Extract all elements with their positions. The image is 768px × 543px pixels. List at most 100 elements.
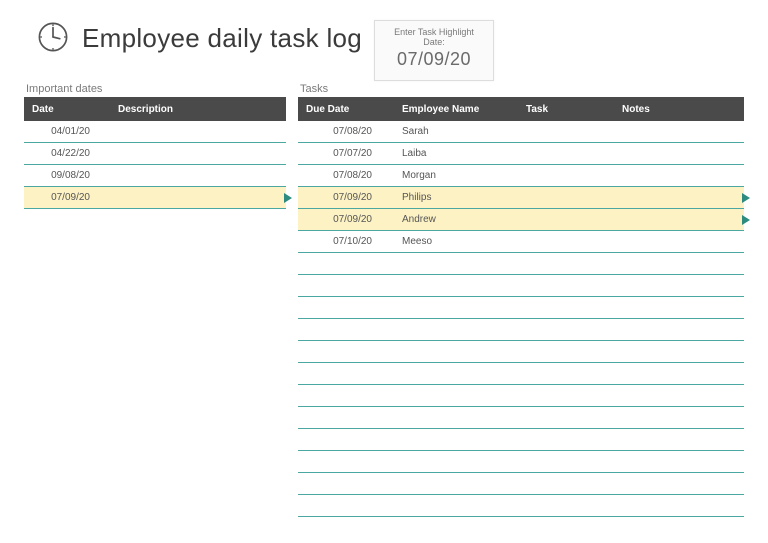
employee-cell (394, 483, 518, 484)
notes-cell (614, 417, 744, 418)
table-row[interactable]: 07/07/20Laiba (298, 143, 744, 165)
date-cell: 07/09/20 (24, 192, 110, 203)
tasks-header: Due Date Employee Name Task Notes (298, 97, 744, 121)
employee-cell (394, 329, 518, 330)
task-cell (518, 439, 614, 440)
highlight-date-box[interactable]: Enter Task Highlight Date: 07/09/20 (374, 20, 494, 81)
col-description: Description (110, 104, 286, 115)
highlight-flag-icon (742, 193, 750, 203)
date-cell: 09/08/20 (24, 170, 110, 181)
notes-cell (614, 395, 744, 396)
employee-cell: Meeso (394, 236, 518, 247)
employee-cell (394, 417, 518, 418)
employee-cell (394, 373, 518, 374)
employee-cell (394, 395, 518, 396)
employee-cell (394, 307, 518, 308)
table-row[interactable]: 04/22/20 (24, 143, 286, 165)
page-title: Employee daily task log (82, 23, 362, 54)
table-row[interactable]: 07/08/20Morgan (298, 165, 744, 187)
table-row[interactable]: 07/09/20 (24, 187, 286, 209)
due-date-cell: 07/10/20 (298, 236, 394, 247)
col-notes: Notes (614, 104, 744, 115)
employee-cell (394, 351, 518, 352)
due-date-cell: 07/08/20 (298, 126, 394, 137)
highlight-flag-icon (284, 193, 292, 203)
table-row[interactable] (298, 341, 744, 363)
due-date-cell (298, 417, 394, 418)
notes-cell (614, 307, 744, 308)
table-row[interactable] (298, 275, 744, 297)
due-date-cell: 07/08/20 (298, 170, 394, 181)
table-row[interactable] (298, 429, 744, 451)
table-row[interactable] (298, 297, 744, 319)
notes-cell (614, 483, 744, 484)
important-dates-title: Important dates (26, 83, 286, 95)
table-row[interactable] (298, 407, 744, 429)
table-row[interactable]: 07/09/20Andrew (298, 209, 744, 231)
clock-icon (36, 20, 70, 57)
task-cell (518, 373, 614, 374)
due-date-cell (298, 351, 394, 352)
date-cell: 04/22/20 (24, 148, 110, 159)
employee-cell: Andrew (394, 214, 518, 225)
due-date-cell: 07/09/20 (298, 192, 394, 203)
important-dates-header: Date Description (24, 97, 286, 121)
due-date-cell (298, 373, 394, 374)
task-cell (518, 263, 614, 264)
highlight-flag-icon (742, 215, 750, 225)
task-cell (518, 329, 614, 330)
table-row[interactable]: 07/09/20Philips (298, 187, 744, 209)
task-cell (518, 483, 614, 484)
highlight-date-label: Enter Task Highlight Date: (383, 27, 485, 47)
table-row[interactable]: 04/01/20 (24, 121, 286, 143)
due-date-cell (298, 329, 394, 330)
important-dates-rows: 04/01/20 04/22/20 09/08/20 07/09/20 (24, 121, 286, 209)
table-row[interactable]: 07/10/20Meeso (298, 231, 744, 253)
due-date-cell: 07/09/20 (298, 214, 394, 225)
employee-cell (394, 461, 518, 462)
highlight-date-value: 07/09/20 (383, 49, 485, 70)
table-row[interactable] (298, 495, 744, 517)
table-row[interactable] (298, 363, 744, 385)
table-row[interactable] (298, 473, 744, 495)
col-date: Date (24, 104, 110, 115)
employee-cell (394, 439, 518, 440)
notes-cell (614, 439, 744, 440)
task-cell (518, 307, 614, 308)
due-date-cell (298, 263, 394, 264)
employee-cell (394, 285, 518, 286)
task-cell (518, 351, 614, 352)
notes-cell (614, 505, 744, 506)
notes-cell (614, 351, 744, 352)
table-row[interactable] (298, 451, 744, 473)
employee-cell: Philips (394, 192, 518, 203)
table-row[interactable] (298, 253, 744, 275)
due-date-cell (298, 461, 394, 462)
due-date-cell (298, 307, 394, 308)
due-date-cell: 07/07/20 (298, 148, 394, 159)
col-task: Task (518, 104, 614, 115)
col-employee: Employee Name (394, 104, 518, 115)
task-cell (518, 505, 614, 506)
date-cell: 04/01/20 (24, 126, 110, 137)
due-date-cell (298, 285, 394, 286)
due-date-cell (298, 439, 394, 440)
employee-cell (394, 505, 518, 506)
task-cell (518, 395, 614, 396)
task-cell (518, 461, 614, 462)
task-cell (518, 285, 614, 286)
employee-cell (394, 263, 518, 264)
table-row[interactable]: 07/08/20Sarah (298, 121, 744, 143)
table-row[interactable] (298, 385, 744, 407)
employee-cell: Sarah (394, 126, 518, 137)
col-due-date: Due Date (298, 104, 394, 115)
table-row[interactable] (298, 319, 744, 341)
notes-cell (614, 263, 744, 264)
due-date-cell (298, 483, 394, 484)
employee-cell: Morgan (394, 170, 518, 181)
notes-cell (614, 461, 744, 462)
table-row[interactable]: 09/08/20 (24, 165, 286, 187)
tasks-section: Tasks Due Date Employee Name Task Notes … (298, 83, 744, 517)
tasks-rows: 07/08/20Sarah07/07/20Laiba07/08/20Morgan… (298, 121, 744, 517)
due-date-cell (298, 505, 394, 506)
